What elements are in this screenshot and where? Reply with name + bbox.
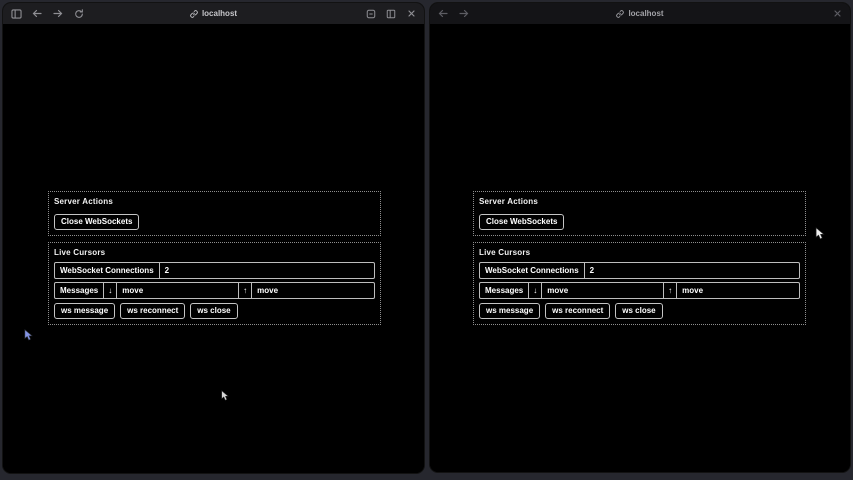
ws-buttons-row: ws message ws reconnect ws close xyxy=(479,303,800,319)
close-icon[interactable] xyxy=(831,8,843,20)
ws-reconnect-button[interactable]: ws reconnect xyxy=(120,303,185,319)
ws-close-button[interactable]: ws close xyxy=(190,303,237,319)
forward-icon[interactable] xyxy=(458,8,470,20)
connections-label: WebSocket Connections xyxy=(55,263,160,278)
titlebar[interactable]: localhost xyxy=(3,3,424,24)
incoming-message-value: move xyxy=(117,283,239,298)
split-view-icon[interactable] xyxy=(385,8,397,20)
connections-row: WebSocket Connections 2 xyxy=(479,262,800,279)
live-cursors-title: Live Cursors xyxy=(54,248,375,257)
arrow-down-icon: ↓ xyxy=(104,283,117,298)
connections-label: WebSocket Connections xyxy=(480,263,585,278)
close-websockets-button[interactable]: Close WebSockets xyxy=(479,214,564,230)
address-display[interactable]: localhost xyxy=(430,3,850,24)
connections-row: WebSocket Connections 2 xyxy=(54,262,375,279)
toolbar-right-group xyxy=(365,8,417,20)
messages-row: Messages ↓ move ↑ move xyxy=(479,282,800,299)
ws-close-button[interactable]: ws close xyxy=(615,303,662,319)
toolbar-left-group xyxy=(437,8,470,20)
page-menu-icon[interactable] xyxy=(365,8,377,20)
server-actions-title: Server Actions xyxy=(479,197,800,206)
forward-icon[interactable] xyxy=(52,8,64,20)
messages-row: Messages ↓ move ↑ move xyxy=(54,282,375,299)
page-content: Server Actions Close WebSockets Live Cur… xyxy=(3,24,424,473)
close-icon[interactable] xyxy=(405,8,417,20)
reload-icon[interactable] xyxy=(73,8,85,20)
link-icon xyxy=(616,10,624,18)
server-actions-title: Server Actions xyxy=(54,197,375,206)
browser-window-left: localhost Server Actions xyxy=(2,2,425,474)
ws-buttons-row: ws message ws reconnect ws close xyxy=(54,303,375,319)
back-icon[interactable] xyxy=(437,8,449,20)
server-actions-group: Server Actions Close WebSockets xyxy=(473,191,806,236)
close-websockets-button[interactable]: Close WebSockets xyxy=(54,214,139,230)
page-content: Server Actions Close WebSockets Live Cur… xyxy=(430,24,850,472)
live-cursors-title: Live Cursors xyxy=(479,248,800,257)
link-icon xyxy=(190,10,198,18)
ws-message-button[interactable]: ws message xyxy=(479,303,540,319)
controls-panel: Server Actions Close WebSockets Live Cur… xyxy=(48,191,381,325)
messages-label: Messages xyxy=(55,283,104,298)
ws-message-button[interactable]: ws message xyxy=(54,303,115,319)
messages-label: Messages xyxy=(480,283,529,298)
ws-reconnect-button[interactable]: ws reconnect xyxy=(545,303,610,319)
toolbar-right-group xyxy=(831,8,843,20)
outgoing-message-value: move xyxy=(677,283,799,298)
url-label: localhost xyxy=(202,9,237,18)
arrow-down-icon: ↓ xyxy=(529,283,542,298)
arrow-up-icon: ↑ xyxy=(663,283,677,298)
sidebar-toggle-icon[interactable] xyxy=(10,8,22,20)
url-label: localhost xyxy=(628,9,663,18)
outgoing-message-value: move xyxy=(252,283,374,298)
titlebar[interactable]: localhost xyxy=(430,3,850,24)
arrow-up-icon: ↑ xyxy=(238,283,252,298)
live-cursors-group: Live Cursors WebSocket Connections 2 Mes… xyxy=(48,242,381,325)
server-actions-group: Server Actions Close WebSockets xyxy=(48,191,381,236)
incoming-message-value: move xyxy=(542,283,664,298)
controls-panel: Server Actions Close WebSockets Live Cur… xyxy=(473,191,806,325)
toolbar-left-group xyxy=(10,8,85,20)
browser-window-right: localhost Server Actions Close WebSocket… xyxy=(429,2,851,473)
connections-value: 2 xyxy=(585,263,799,278)
live-cursors-group: Live Cursors WebSocket Connections 2 Mes… xyxy=(473,242,806,325)
connections-value: 2 xyxy=(160,263,374,278)
back-icon[interactable] xyxy=(31,8,43,20)
